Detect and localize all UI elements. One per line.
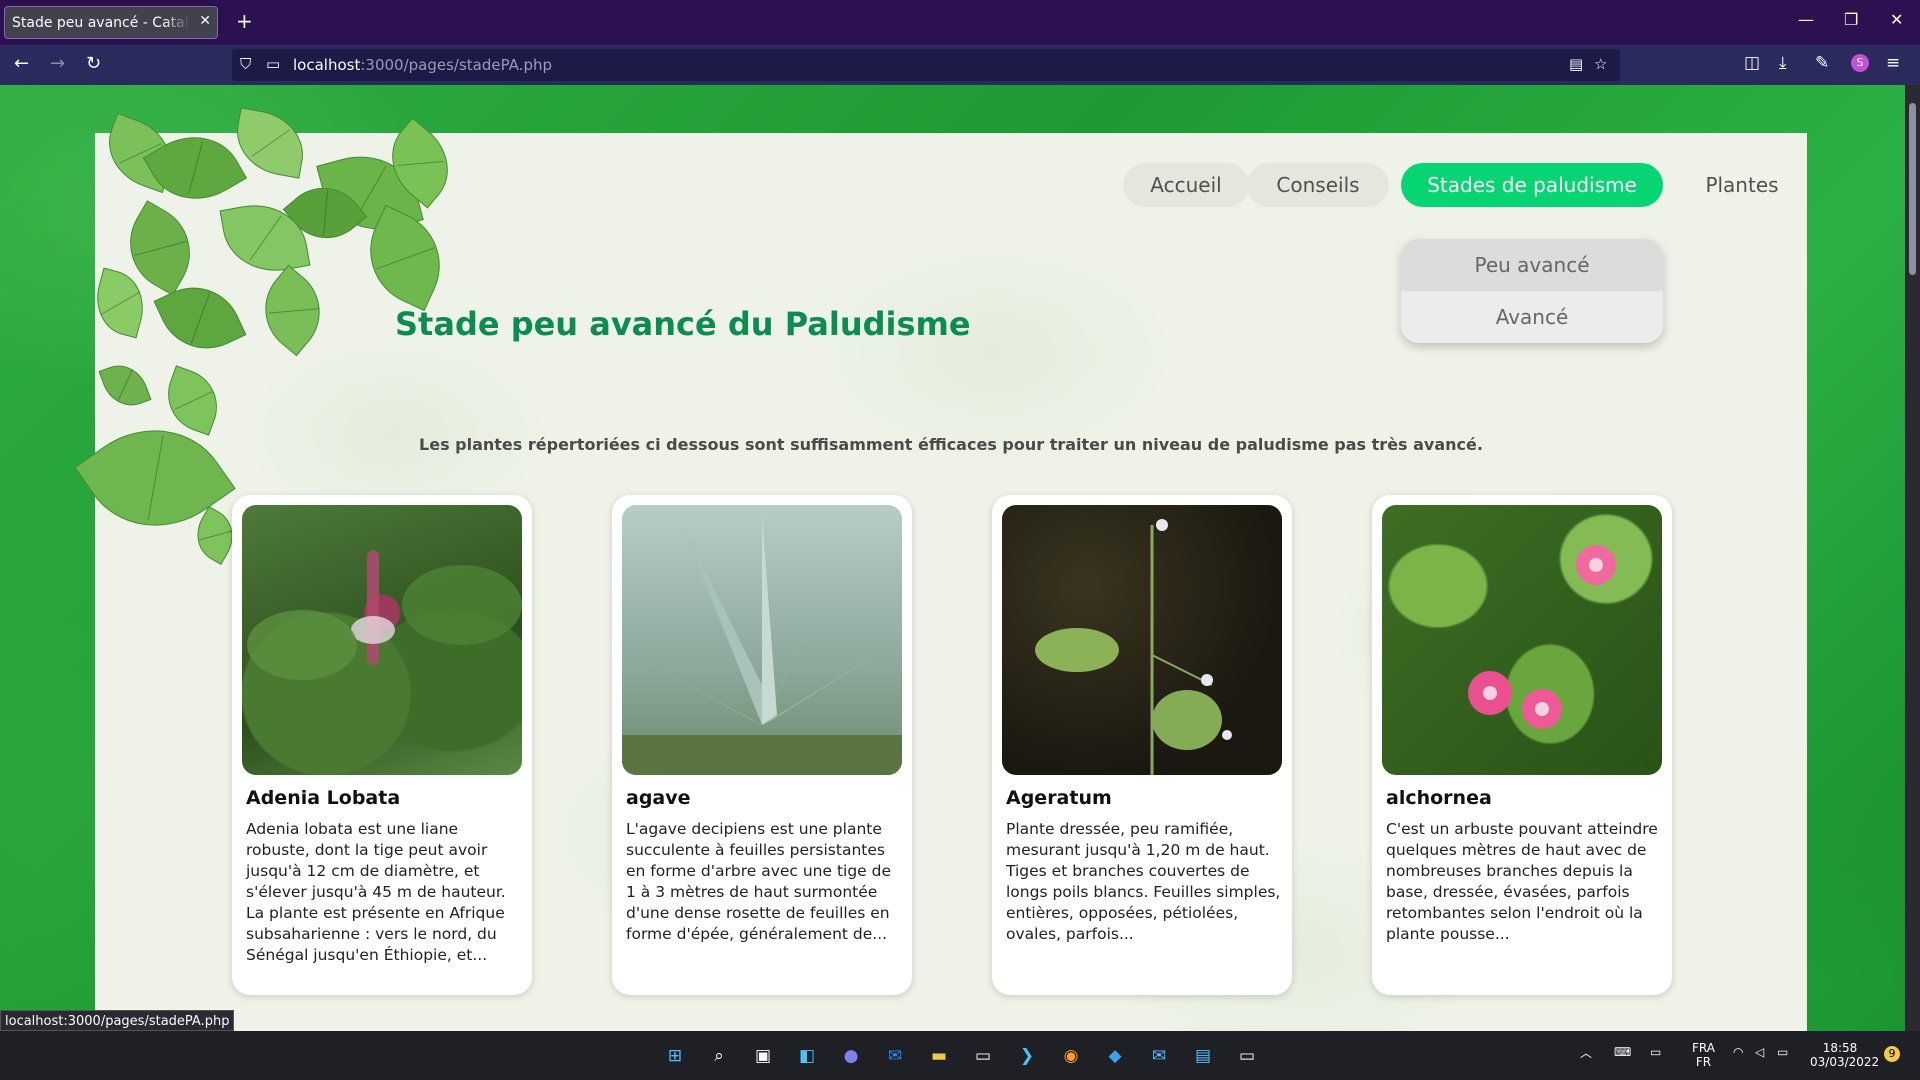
plant-illustration (622, 515, 902, 775)
plant-title: Adenia Lobata (246, 787, 401, 809)
extensions-icon[interactable]: ✎ (1815, 53, 1829, 73)
download-icon[interactable]: ⤓ (1779, 53, 1787, 73)
keyboard-icon[interactable]: ⌨ (1614, 1045, 1631, 1059)
clock[interactable]: 18:58 03/03/2022 (1810, 1041, 1880, 1069)
plant-illustration (1468, 545, 1616, 729)
reload-icon[interactable]: ↻ (86, 53, 101, 74)
tray-overflow-icon[interactable]: ︿ (1580, 1046, 1592, 1060)
search-icon[interactable]: ⌕ (706, 1043, 732, 1069)
chat-icon[interactable]: ● (838, 1043, 864, 1069)
windows-terminal-icon[interactable]: ▭ (1234, 1043, 1260, 1069)
widgets-icon[interactable]: ◧ (794, 1043, 820, 1069)
plant-image[interactable] (622, 505, 902, 775)
mail-icon[interactable]: ✉ (1146, 1043, 1172, 1069)
taskbar: ⊞ ⌕ ▣ ◧ ● ✉ ▬ ▭ ❯ ◉ ◆ ✉ ▤ ▭ ︿ ⌨ ▭ FRA FR… (0, 1031, 1920, 1080)
dropdown-item-peu-avance[interactable]: Peu avancé (1401, 239, 1663, 291)
pocket-icon[interactable]: ◫ (1744, 53, 1760, 73)
intro-text: Les plantes répertoriées ci dessous sont… (419, 435, 1483, 454)
notepad-icon[interactable]: ▤ (1190, 1043, 1216, 1069)
window-close-icon[interactable]: ✕ (1890, 10, 1903, 29)
plant-description: L'agave decipiens est une plante succule… (626, 820, 892, 943)
restore-icon[interactable]: ❐ (1844, 10, 1858, 29)
nav-stades-de-paludisme[interactable]: Stades de paludisme (1401, 163, 1663, 207)
plant-image[interactable] (1002, 505, 1282, 775)
tab-bar: Stade peu avancé - Catalogue ✕ + — ❐ ✕ (0, 0, 1920, 45)
stades-dropdown: Peu avancé Avancé (1401, 239, 1663, 343)
plant-card[interactable]: agave L'agave decipiens est une plante s… (612, 495, 912, 995)
outlook-icon[interactable]: ✉ (882, 1043, 908, 1069)
clock-date: 03/03/2022 (1810, 1055, 1880, 1069)
content-panel: Accueil Conseils Stades de paludisme Pla… (74, 107, 1807, 1031)
vscode-icon[interactable]: ◆ (1102, 1043, 1128, 1069)
url-text[interactable]: localhost:3000/pages/stadePA.php (293, 56, 552, 74)
new-tab-icon[interactable]: + (236, 9, 253, 33)
page-icon: ▭ (266, 55, 281, 73)
clock-time: 18:58 (1822, 1041, 1858, 1055)
page-viewport: Accueil Conseils Stades de paludisme Pla… (0, 85, 1905, 1031)
plant-image[interactable] (242, 505, 522, 775)
plant-card[interactable]: Adenia Lobata Adenia lobata est une lian… (232, 495, 532, 995)
nav-conseils[interactable]: Conseils (1247, 163, 1389, 207)
nav-plantes[interactable]: Plantes (1687, 163, 1797, 207)
windows-start-icon[interactable]: ⊞ (662, 1043, 688, 1069)
plant-description: Plante dressée, peu ramifiée, mesurant j… (1006, 820, 1281, 943)
display-icon[interactable]: ▭ (1650, 1045, 1661, 1059)
plant-title: agave (626, 787, 691, 809)
language-code: FRA (1692, 1041, 1715, 1055)
status-url: localhost:3000/pages/stadePA.php (0, 1010, 235, 1031)
file-explorer-icon[interactable]: ▬ (926, 1043, 952, 1069)
language-indicator[interactable]: FRA FR (1692, 1041, 1715, 1069)
nav-accueil[interactable]: Accueil (1123, 163, 1249, 207)
wifi-icon[interactable]: ◠ (1733, 1045, 1743, 1059)
battery-icon[interactable]: ▭ (1777, 1045, 1788, 1059)
plant-title: Ageratum (1006, 787, 1112, 809)
menu-icon[interactable]: ≡ (1886, 53, 1900, 73)
bookmark-star-icon[interactable]: ☆ (1594, 55, 1607, 73)
plant-illustration (1035, 519, 1232, 775)
forward-icon[interactable]: → (50, 53, 65, 74)
minimize-icon[interactable]: — (1798, 10, 1814, 29)
account-avatar[interactable]: S (1851, 54, 1869, 72)
browser-tab[interactable]: Stade peu avancé - Catalogue ✕ (4, 6, 218, 39)
shield-icon[interactable]: ⛉ (240, 55, 251, 73)
terminal-icon[interactable]: ▭ (970, 1043, 996, 1069)
navigation-toolbar: ← → ↻ ⛉ ▭ localhost:3000/pages/stadePA.p… (0, 45, 1920, 85)
scrollbar-thumb[interactable] (1909, 103, 1916, 275)
close-icon[interactable]: ✕ (199, 13, 211, 29)
firefox-icon[interactable]: ◉ (1058, 1043, 1084, 1069)
volume-icon[interactable]: ◁ (1755, 1045, 1764, 1059)
powershell-icon[interactable]: ❯ (1014, 1043, 1040, 1069)
reader-mode-icon[interactable]: ▤ (1569, 55, 1583, 73)
plant-card[interactable]: Ageratum Plante dressée, peu ramifiée, m… (992, 495, 1292, 995)
url-bar[interactable]: ⛉ ▭ localhost:3000/pages/stadePA.php ▤ ☆ (232, 49, 1620, 81)
notification-badge[interactable]: 9 (1884, 1046, 1900, 1062)
task-view-icon[interactable]: ▣ (750, 1043, 776, 1069)
plant-illustration (247, 550, 522, 680)
keyboard-layout: FR (1695, 1055, 1712, 1069)
plant-image[interactable] (1382, 505, 1662, 775)
dropdown-item-avance[interactable]: Avancé (1401, 291, 1663, 343)
tab-title: Stade peu avancé - Catalogue (12, 15, 190, 31)
page-title: Stade peu avancé du Paludisme (395, 305, 971, 343)
page-scrollbar[interactable] (1905, 85, 1920, 1031)
plant-card[interactable]: alchornea C'est un arbuste pouvant attei… (1372, 495, 1672, 995)
plant-description: C'est un arbuste pouvant atteindre quelq… (1386, 820, 1658, 943)
back-icon[interactable]: ← (14, 53, 29, 74)
plant-title: alchornea (1386, 787, 1492, 809)
plant-description: Adenia lobata est une liane robuste, don… (246, 820, 506, 964)
